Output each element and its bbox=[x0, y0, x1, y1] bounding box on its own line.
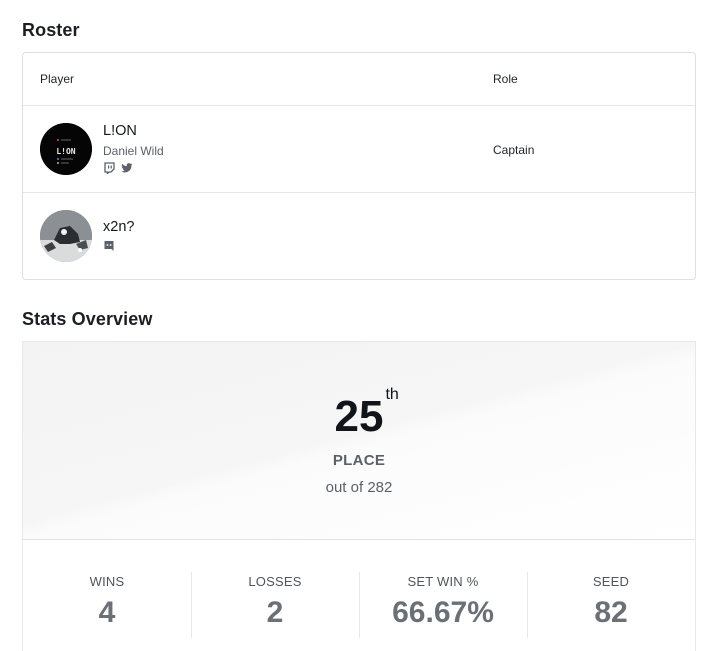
stat-label: SET WIN % bbox=[407, 574, 479, 589]
stat-value: 66.67% bbox=[392, 596, 494, 629]
placement-suffix: th bbox=[385, 386, 399, 403]
player-avatar[interactable] bbox=[40, 210, 92, 262]
player-socials bbox=[103, 240, 115, 252]
roster-header-row: Player Role bbox=[23, 53, 695, 106]
twitter-icon[interactable] bbox=[121, 162, 133, 174]
stat-label: LOSSES bbox=[248, 574, 302, 589]
stats-summary-row: WINS 4 LOSSES 2 SET WIN % 66.67% SEED 82 bbox=[23, 540, 695, 651]
placement-number: 25 bbox=[334, 392, 384, 441]
roster-row: L!ON L!ON Daniel Wild Captain bbox=[23, 106, 695, 193]
stat-label: WINS bbox=[89, 574, 125, 589]
column-header-player: Player bbox=[40, 72, 75, 86]
player-real-name: Daniel Wild bbox=[103, 144, 164, 158]
stat-label: SEED bbox=[592, 574, 630, 589]
player-role: Captain bbox=[493, 143, 535, 157]
svg-text:L!ON: L!ON bbox=[56, 147, 75, 156]
player-gamertag[interactable]: x2n? bbox=[103, 219, 134, 235]
stat-seed: SEED 82 bbox=[527, 540, 695, 651]
roster-row: x2n? bbox=[23, 193, 695, 279]
stat-losses: LOSSES 2 bbox=[191, 540, 359, 651]
placement-total: out of 282 bbox=[325, 479, 393, 496]
stat-value: 4 bbox=[98, 596, 116, 629]
roster-table: Player Role L!ON L!ON Daniel Wild Captai… bbox=[22, 52, 696, 280]
discord-icon[interactable] bbox=[103, 240, 115, 252]
stat-set-win-percent: SET WIN % 66.67% bbox=[359, 540, 527, 651]
roster-heading: Roster bbox=[22, 20, 80, 40]
placement-label: PLACE bbox=[332, 452, 386, 469]
player-gamertag[interactable]: L!ON bbox=[103, 123, 137, 139]
stat-wins: WINS 4 bbox=[23, 540, 191, 651]
player-socials bbox=[103, 162, 133, 174]
stat-value: 82 bbox=[594, 596, 628, 629]
stats-overview-heading: Stats Overview bbox=[22, 309, 153, 329]
placement-rank: 25th bbox=[23, 386, 695, 442]
placement-panel: 25th PLACE out of 282 bbox=[23, 342, 695, 540]
stat-value: 2 bbox=[266, 596, 284, 629]
twitch-icon[interactable] bbox=[103, 162, 115, 174]
stats-overview-card: 25th PLACE out of 282 WINS 4 LOSSES 2 SE… bbox=[22, 341, 696, 651]
column-header-role: Role bbox=[493, 72, 518, 86]
player-avatar[interactable]: L!ON bbox=[40, 123, 92, 175]
